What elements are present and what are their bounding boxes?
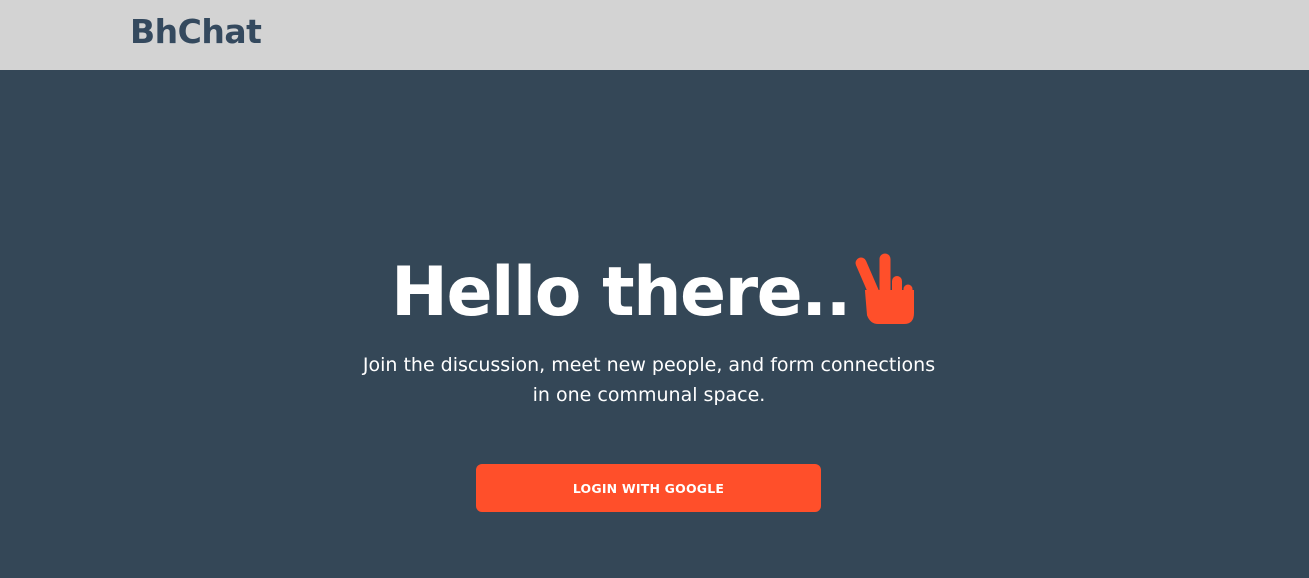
login-with-google-button[interactable]: LOGIN WITH GOOGLE (476, 464, 821, 512)
top-navbar: BhChat (0, 0, 1309, 70)
hero-headline: Hello there.. (391, 253, 851, 332)
hero-subtitle: Join the discussion, meet new people, an… (362, 354, 936, 406)
headline-row: Hello there.. (0, 253, 1309, 333)
hero-section: Hello there.. Join the discussion, meet … (0, 70, 1309, 578)
victory-hand-icon (852, 251, 918, 327)
brand-logo[interactable]: BhChat (130, 11, 262, 53)
